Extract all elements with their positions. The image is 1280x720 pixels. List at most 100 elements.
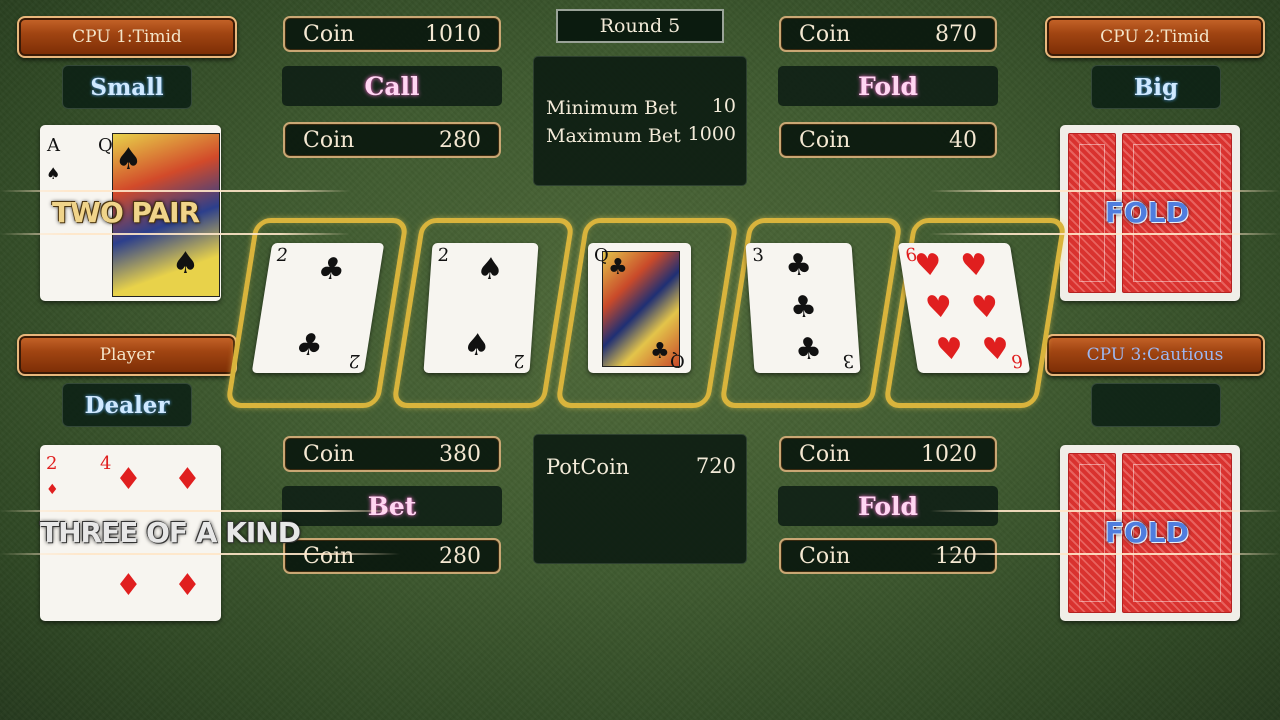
minimum-bet-value: 10 [711, 95, 736, 117]
cpu1-action: Call [364, 71, 420, 101]
board-card-1-rank: 2 [274, 245, 290, 266]
banner-streak [930, 190, 1280, 192]
player-bet-label: Coin [303, 543, 355, 569]
banner-streak [0, 510, 400, 512]
heart-icon: ♥ [969, 290, 1002, 325]
board-card-1-suit: ♣ [293, 328, 326, 363]
cpu2-coin-value: 870 [935, 21, 977, 47]
cpu3-bet-value: 120 [935, 543, 977, 569]
heart-icon: ♥ [958, 248, 991, 283]
player-bet-value: 280 [439, 543, 481, 569]
cpu1-bet-value: 280 [439, 127, 481, 153]
board-card-4-suit: ♣ [788, 290, 819, 325]
cpu3-hand-result: FOLD [1105, 516, 1190, 549]
cpu3-coin-box: Coin 1020 [779, 436, 997, 472]
board-card-3-suit: ♣ [608, 255, 628, 280]
cpu1-action-box: Call [282, 66, 502, 106]
heart-icon: ♥ [979, 332, 1013, 367]
cpu1-bet-label: Coin [303, 127, 355, 153]
cpu1-card-b-rank: Q [98, 135, 113, 156]
cpu1-card-a-rank: A [47, 135, 60, 156]
banner-streak [930, 233, 1280, 235]
board-card-4-rank: 3 [751, 245, 765, 266]
board-card-2-suit: ♠ [462, 328, 492, 363]
pot-panel: PotCoin 720 [533, 434, 747, 564]
heart-icon: ♥ [923, 290, 956, 325]
player-name: Player [99, 345, 155, 365]
cpu1-card-b-suit: ♠ [115, 142, 142, 177]
diamond-icon: ♦ [174, 568, 201, 603]
player-hand-result: THREE OF A KIND [40, 516, 301, 549]
cpu1-coin-label: Coin [303, 21, 355, 47]
heart-icon: ♥ [933, 332, 967, 367]
board-card-1: 2 ♣ ♣ 2 [251, 243, 385, 373]
board-card-2: 2 ♠ ♠ 2 [423, 243, 539, 373]
cpu1-hand-result: TWO PAIR [52, 196, 200, 229]
board-card-5-suit: ♥ [912, 248, 945, 283]
board-card-2-rank: 2 [436, 245, 450, 266]
banner-streak [0, 233, 350, 235]
cpu3-bet-box: Coin 120 [779, 538, 997, 574]
cpu2-bet-box: Coin 40 [779, 122, 997, 158]
cpu1-coin-value: 1010 [425, 21, 481, 47]
cpu2-hand-result: FOLD [1105, 196, 1190, 229]
maximum-bet-value: 1000 [687, 123, 736, 145]
player-coin-value: 380 [439, 441, 481, 467]
player-role: Dealer [84, 391, 170, 419]
cpu3-action-box: Fold [778, 486, 998, 526]
player-coin-label: Coin [303, 441, 355, 467]
board-card-2-rank-br: 2 [512, 350, 526, 371]
board-card-3-rank: Q [594, 245, 609, 266]
cpu2-role-badge: Big [1091, 65, 1221, 109]
cpu2-role: Big [1133, 73, 1179, 101]
cpu2-action: Fold [857, 71, 919, 101]
club-icon: ♣ [793, 332, 824, 367]
cpu2-name-plate: CPU 2:Timid [1045, 16, 1265, 58]
minimum-bet-label: Minimum Bet [546, 97, 677, 119]
cpu2-coin-label: Coin [799, 21, 851, 47]
banner-streak [930, 553, 1280, 555]
spade-icon: ♠ [475, 252, 505, 287]
club-icon: ♣ [650, 339, 670, 364]
board-card-1-rank-br: 2 [346, 350, 362, 371]
diamond-icon: ♦ [174, 462, 201, 497]
board-card-3: Q ♣ ♣ Q [588, 243, 691, 373]
round-label: Round 5 [599, 15, 681, 37]
player-action-box: Bet [282, 486, 502, 526]
spade-icon: ♠ [172, 246, 199, 281]
cpu3-coin-value: 1020 [921, 441, 977, 467]
board-card-5-rank-br: 6 [1009, 350, 1024, 371]
cpu1-bet-box: Coin 280 [283, 122, 501, 158]
cpu2-action-box: Fold [778, 66, 998, 106]
bet-limits-panel: Minimum Bet 10 Maximum Bet 1000 [533, 56, 747, 186]
banner-streak [0, 553, 400, 555]
player-bet-box: Coin 280 [283, 538, 501, 574]
cpu2-bet-label: Coin [799, 127, 851, 153]
cpu1-coin-box: Coin 1010 [283, 16, 501, 52]
player-card-a-suit: ♦ [46, 482, 59, 498]
club-icon: ♣ [783, 248, 814, 283]
cpu3-coin-label: Coin [799, 441, 851, 467]
banner-streak [930, 510, 1280, 512]
player-name-plate: Player [17, 334, 237, 376]
cpu3-name: CPU 3:Cautious [1086, 345, 1224, 365]
cpu2-bet-value: 40 [949, 127, 977, 153]
player-coin-box: Coin 380 [283, 436, 501, 472]
cpu2-name: CPU 2:Timid [1100, 27, 1210, 47]
pot-label: PotCoin [546, 455, 630, 479]
board-card-4-rank-br: 3 [841, 350, 855, 371]
cpu1-card-a-suit: ♠ [46, 164, 61, 183]
cpu1-name-plate: CPU 1:Timid [17, 16, 237, 58]
cpu3-bet-label: Coin [799, 543, 851, 569]
player-action: Bet [367, 491, 417, 521]
player-role-badge: Dealer [62, 383, 192, 427]
cpu1-name: CPU 1:Timid [72, 27, 182, 47]
cpu2-coin-box: Coin 870 [779, 16, 997, 52]
diamond-icon: ♦ [115, 568, 142, 603]
diamond-icon: ♦ [115, 462, 142, 497]
board-card-4: 3 ♣ ♣ ♣ 3 [745, 243, 861, 373]
cpu3-action: Fold [857, 491, 919, 521]
board-card-3-rank-br: Q [670, 350, 685, 371]
player-card-b-rank: 4 [100, 453, 112, 474]
cpu3-name-plate: CPU 3:Cautious [1045, 334, 1265, 376]
